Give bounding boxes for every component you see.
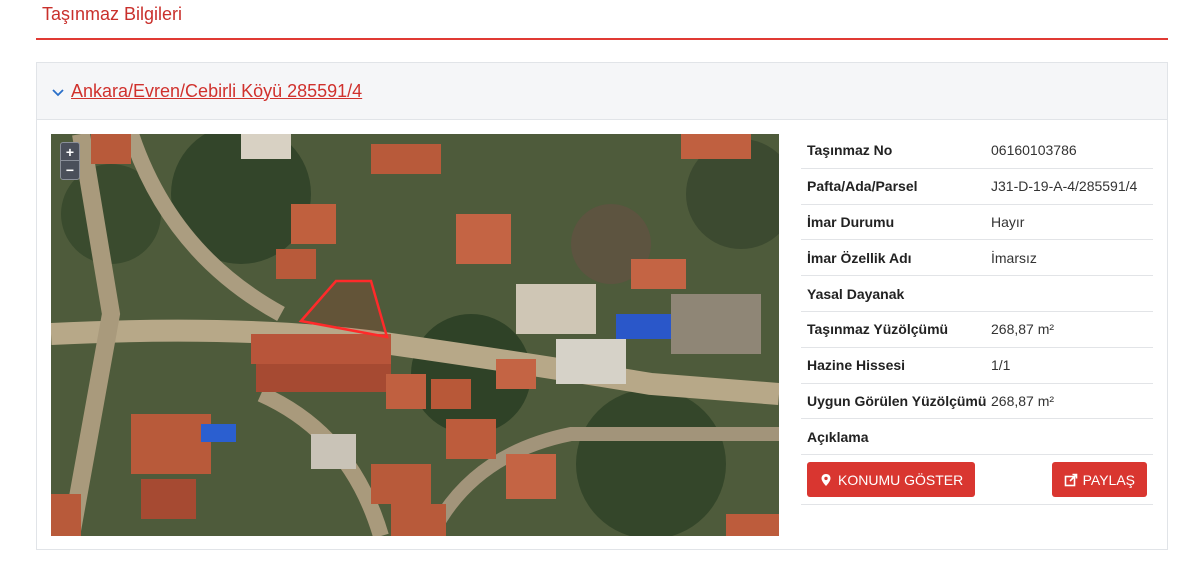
satellite-map[interactable]: + −	[51, 134, 779, 536]
table-row: Yasal Dayanak	[801, 276, 1153, 312]
row-label: İmar Özellik Adı	[807, 249, 912, 266]
row-value: İmarsız	[991, 249, 1037, 266]
row-label: Açıklama	[807, 428, 869, 445]
row-label: Hazine Hissesi	[807, 357, 906, 374]
map-imagery	[51, 134, 779, 536]
show-location-label: KONUMU GÖSTER	[838, 471, 964, 488]
property-panel: Ankara/Evren/Cebirli Köyü 285591/4 + − T…	[36, 62, 1168, 550]
row-value: 268,87 m²	[991, 392, 1055, 409]
row-label: Yasal Dayanak	[807, 285, 905, 302]
zoom-control: + −	[60, 142, 80, 180]
table-row: Taşınmaz Yüzölçümü 268,87 m²	[801, 312, 1153, 348]
zoom-out-button[interactable]: −	[61, 161, 79, 179]
chevron-down-icon[interactable]	[51, 86, 65, 100]
table-row: Taşınmaz No 06160103786	[801, 133, 1153, 169]
table-row: İmar Durumu Hayır	[801, 205, 1153, 241]
row-label: Taşınmaz No	[807, 142, 893, 159]
show-location-button[interactable]: KONUMU GÖSTER	[807, 462, 976, 498]
map-pin-icon	[821, 473, 831, 486]
share-icon	[1064, 473, 1077, 486]
row-value: Hayır	[991, 213, 1025, 230]
table-row: Uygun Görülen Yüzölçümü 268,87 m²	[801, 384, 1153, 420]
row-label: Taşınmaz Yüzölçümü	[807, 321, 949, 338]
row-label: Uygun Görülen Yüzölçümü	[807, 392, 987, 409]
zoom-in-button[interactable]: +	[61, 143, 79, 161]
share-label: PAYLAŞ	[1082, 471, 1135, 488]
title-divider	[36, 38, 1168, 40]
row-label: Pafta/Ada/Parsel	[807, 178, 918, 195]
row-value: J31-D-19-A-4/285591/4	[991, 178, 1138, 195]
action-bar: KONUMU GÖSTER PAYLAŞ	[801, 455, 1153, 506]
row-label: İmar Durumu	[807, 213, 895, 230]
table-row: Açıklama	[801, 419, 1153, 456]
page-title: Taşınmaz Bilgileri	[42, 4, 183, 24]
table-row: Hazine Hissesi 1/1	[801, 348, 1153, 384]
row-value: 1/1	[991, 357, 1011, 374]
row-value: 06160103786	[991, 142, 1077, 159]
property-info-table: Taşınmaz No 06160103786 Pafta/Ada/Parsel J…	[801, 133, 1153, 506]
property-location-link[interactable]: Ankara/Evren/Cebirli Köyü 285591/4	[71, 81, 362, 102]
table-row: İmar Özellik Adı İmarsız	[801, 240, 1153, 277]
panel-header[interactable]: Ankara/Evren/Cebirli Köyü 285591/4	[37, 63, 1167, 120]
share-button[interactable]: PAYLAŞ	[1051, 462, 1147, 498]
row-value: 268,87 m²	[991, 321, 1055, 338]
table-row: Pafta/Ada/Parsel J31-D-19-A-4/285591/4	[801, 169, 1153, 205]
